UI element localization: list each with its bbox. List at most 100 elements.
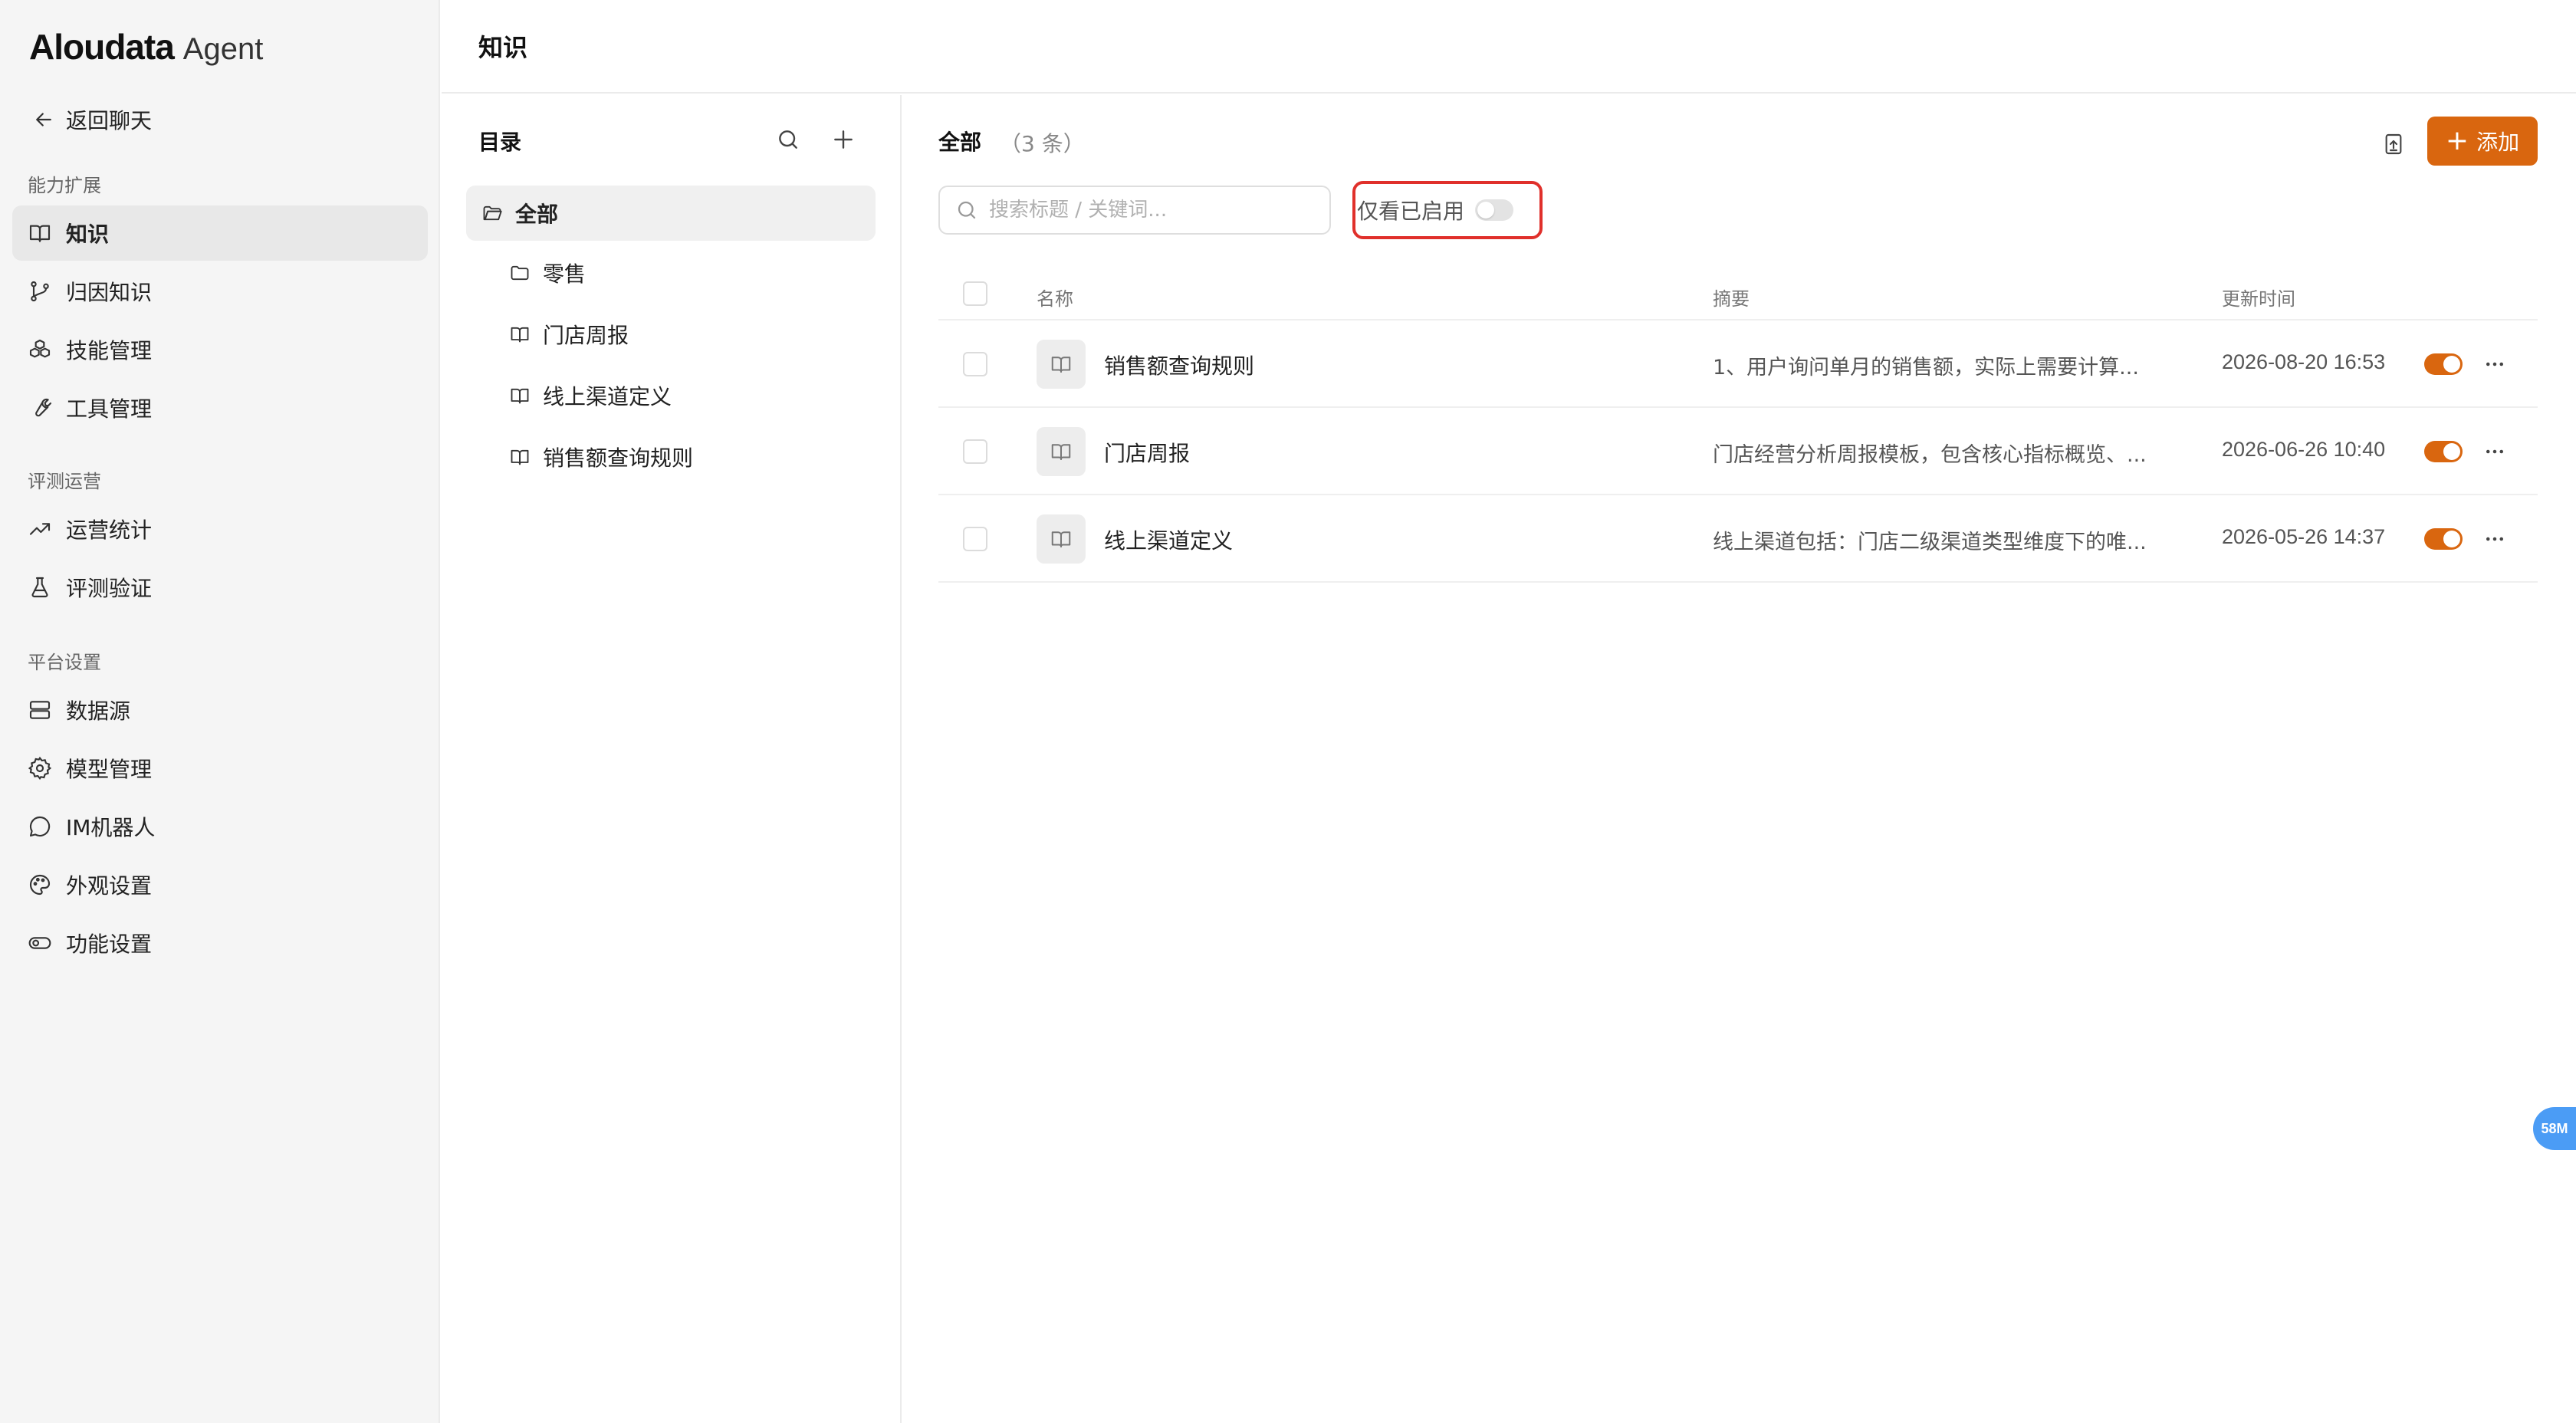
cubes-icon: [28, 337, 52, 362]
chat-bubble-icon: [28, 814, 52, 839]
catalog-search-button[interactable]: [773, 124, 803, 155]
row-updated-time: 2026-08-20 16:53: [2222, 350, 2386, 373]
back-to-chat-link[interactable]: 返回聊天: [32, 104, 152, 135]
column-header-updated: 更新时间: [2222, 288, 2295, 310]
palette-icon: [28, 873, 52, 897]
group-label-evaluation: 评测运营: [28, 471, 101, 492]
memory-usage-badge[interactable]: 58M: [2533, 1107, 2576, 1150]
sidebar: Aloudata Agent 返回聊天 能力扩展 知识 归因知识 技能管理 工具…: [0, 0, 440, 1423]
row-enabled-switch[interactable]: [2424, 353, 2463, 375]
select-all-checkbox[interactable]: [963, 281, 987, 306]
catalog-title: 目录: [478, 130, 522, 155]
page-header: 知识: [442, 0, 2576, 94]
tree-item-label: 销售额查询规则: [543, 445, 694, 471]
folder-icon: [509, 262, 531, 284]
row-type-icon: [1037, 514, 1086, 564]
row-updated-time: 2026-05-26 14:37: [2222, 525, 2386, 548]
table-row[interactable]: 销售额查询规则 1、用户询问单月的销售额，实际上需要计算... 2026-08-…: [938, 320, 2538, 408]
folder-open-icon: [481, 202, 503, 224]
page-title: 知识: [478, 33, 528, 62]
table-row[interactable]: 门店周报 门店经营分析周报模板，包含核心指标概览、... 2026-06-26 …: [938, 408, 2538, 495]
row-type-icon: [1037, 427, 1086, 476]
sidebar-item-label: 归因知识: [66, 280, 153, 305]
knowledge-table: 名称 摘要 更新时间 销售额查询规则 1、用户询问单月的销售额，实际上需要计算.…: [938, 267, 2538, 583]
table-header: 名称 摘要 更新时间: [938, 267, 2538, 320]
upload-file-icon: [2381, 132, 2406, 156]
book-icon: [509, 446, 531, 468]
sidebar-item-knowledge[interactable]: 知识: [12, 205, 428, 261]
enabled-only-label: 仅看已启用: [1357, 199, 1465, 224]
sidebar-item-label: 外观设置: [66, 873, 153, 899]
tree-item-label: 全部: [515, 202, 559, 227]
column-header-summary: 摘要: [1713, 288, 1750, 310]
row-checkbox[interactable]: [963, 439, 987, 464]
tree-item-online-channel[interactable]: 线上渠道定义: [509, 368, 876, 423]
sidebar-item-tools[interactable]: 工具管理: [12, 380, 428, 435]
sidebar-item-operations-stats[interactable]: 运营统计: [12, 501, 428, 557]
server-icon: [28, 698, 52, 722]
sidebar-item-datasource[interactable]: 数据源: [12, 682, 428, 738]
row-summary: 1、用户询问单月的销售额，实际上需要计算...: [1713, 356, 2139, 380]
sidebar-item-models[interactable]: 模型管理: [12, 741, 428, 796]
back-to-chat-label: 返回聊天: [66, 108, 153, 133]
plus-icon: [831, 127, 856, 152]
row-name[interactable]: 销售额查询规则: [1104, 350, 1254, 380]
sidebar-item-label: 数据源: [66, 698, 131, 724]
row-updated-time: 2026-06-26 10:40: [2222, 438, 2386, 461]
tree-item-label: 门店周报: [543, 323, 629, 348]
sidebar-item-label: 知识: [66, 222, 110, 247]
brand-logo: Aloudata Agent: [29, 26, 263, 67]
book-icon: [509, 385, 531, 406]
row-name[interactable]: 门店周报: [1104, 437, 1190, 468]
flask-icon: [28, 575, 52, 600]
sidebar-item-label: 模型管理: [66, 757, 153, 782]
row-summary: 线上渠道包括：门店二级渠道类型维度下的唯...: [1713, 531, 2147, 554]
app-root: Aloudata Agent 返回聊天 能力扩展 知识 归因知识 技能管理 工具…: [0, 0, 2576, 1423]
sidebar-item-label: 运营统计: [66, 518, 153, 543]
search-icon: [776, 127, 800, 152]
enabled-only-switch[interactable]: [1475, 199, 1514, 221]
book-icon: [509, 324, 531, 345]
row-name[interactable]: 线上渠道定义: [1104, 524, 1233, 555]
knowledge-search-input[interactable]: [989, 199, 1311, 222]
tree-item-sales-query-rules[interactable]: 销售额查询规则: [509, 429, 876, 485]
sidebar-item-features[interactable]: 功能设置: [12, 915, 428, 971]
tree-item-retail[interactable]: 零售: [509, 245, 876, 301]
toggle-icon: [28, 931, 52, 955]
sidebar-item-label: 功能设置: [66, 932, 153, 957]
row-enabled-switch[interactable]: [2424, 441, 2463, 462]
sidebar-item-appearance[interactable]: 外观设置: [12, 857, 428, 912]
group-label-capability: 能力扩展: [28, 175, 101, 196]
add-knowledge-button[interactable]: + 添加: [2427, 117, 2538, 166]
brand-name: Aloudata: [29, 27, 175, 67]
row-summary: 门店经营分析周报模板，包含核心指标概览、...: [1713, 443, 2147, 467]
table-row[interactable]: 线上渠道定义 线上渠道包括：门店二级渠道类型维度下的唯... 2026-05-2…: [938, 495, 2538, 583]
search-icon: [955, 199, 978, 222]
sidebar-item-im-bot[interactable]: IM机器人: [12, 799, 428, 854]
gear-icon: [28, 756, 52, 781]
book-icon: [1050, 527, 1073, 550]
sidebar-item-skills[interactable]: 技能管理: [12, 322, 428, 377]
tree-item-all[interactable]: 全部: [466, 186, 876, 241]
group-label-platform: 平台设置: [28, 652, 101, 673]
row-more-button[interactable]: [2479, 524, 2510, 554]
catalog-add-button[interactable]: [828, 124, 859, 155]
column-header-name: 名称: [1037, 288, 1073, 310]
add-button-label: 添加: [2476, 130, 2520, 155]
plus-icon: +: [2445, 125, 2469, 156]
export-button[interactable]: [2372, 123, 2415, 166]
sidebar-item-label: IM机器人: [66, 815, 156, 840]
row-checkbox[interactable]: [963, 527, 987, 551]
sidebar-item-label: 评测验证: [66, 576, 153, 601]
row-more-button[interactable]: [2479, 436, 2510, 467]
list-count: （3 条）: [1000, 131, 1085, 156]
wrench-icon: [28, 396, 52, 420]
sidebar-item-evaluation[interactable]: 评测验证: [12, 560, 428, 615]
tree-item-store-weekly[interactable]: 门店周报: [509, 307, 876, 362]
list-title: 全部: [938, 130, 982, 155]
knowledge-search-box[interactable]: [938, 186, 1331, 235]
row-more-button[interactable]: [2479, 349, 2510, 380]
sidebar-item-attribution-knowledge[interactable]: 归因知识: [12, 264, 428, 319]
row-checkbox[interactable]: [963, 352, 987, 376]
row-enabled-switch[interactable]: [2424, 528, 2463, 550]
